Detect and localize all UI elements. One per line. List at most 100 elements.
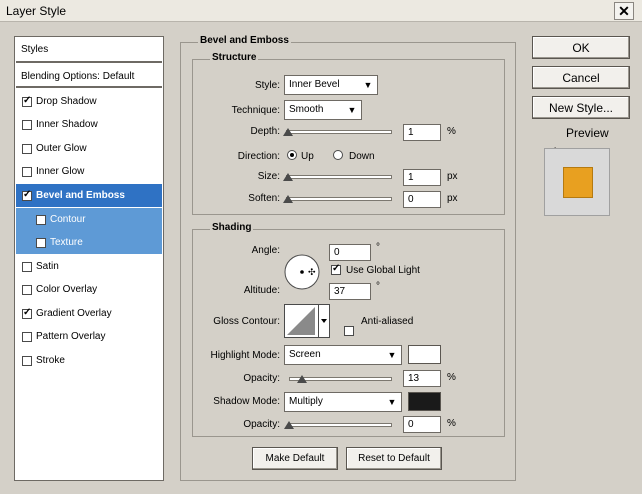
style-item-color-overlay[interactable]: Color Overlay xyxy=(16,278,162,301)
preview-box xyxy=(544,148,610,216)
depth-slider[interactable] xyxy=(286,130,392,134)
size-slider[interactable] xyxy=(286,175,392,179)
make-default-button[interactable]: Make Default xyxy=(252,447,338,470)
altitude-label: Altitude: xyxy=(243,285,280,296)
style-item-inner-shadow[interactable]: Inner Shadow xyxy=(16,113,162,136)
blending-options[interactable]: Blending Options: Default xyxy=(16,65,162,88)
depth-slider-thumb[interactable] xyxy=(283,128,293,136)
styles-list: Styles Blending Options: Default Drop Sh… xyxy=(14,36,164,481)
chevron-down-icon: ▼ xyxy=(387,397,397,407)
shadow-opacity-thumb[interactable] xyxy=(284,421,294,429)
style-item-inner-glow[interactable]: Inner Glow xyxy=(16,160,162,183)
satin-checkbox[interactable] xyxy=(22,261,32,272)
altitude-input[interactable]: 37 xyxy=(329,283,371,300)
size-slider-thumb[interactable] xyxy=(283,173,293,181)
style-item-bevel-emboss[interactable]: Bevel and Emboss xyxy=(16,184,162,207)
shadow-opacity-label: Opacity: xyxy=(243,419,280,430)
angle-label: Angle: xyxy=(251,245,280,256)
ok-button[interactable]: OK xyxy=(532,36,630,59)
gloss-contour-label: Gloss Contour: xyxy=(213,316,280,327)
highlight-mode-label: Highlight Mode: xyxy=(210,350,280,361)
style-item-contour[interactable]: Contour xyxy=(16,208,162,231)
direction-up-label: Up xyxy=(301,151,314,162)
style-item-stroke[interactable]: Stroke xyxy=(16,349,162,372)
angle-input[interactable]: 0 xyxy=(329,244,371,261)
chevron-down-icon: ▼ xyxy=(347,105,357,115)
inner-glow-checkbox[interactable] xyxy=(22,166,32,177)
shadow-mode-label: Shadow Mode: xyxy=(213,396,280,407)
close-button[interactable]: ✕ xyxy=(614,2,634,20)
highlight-opacity-unit: % xyxy=(447,372,456,383)
cancel-button[interactable]: Cancel xyxy=(532,66,630,89)
highlight-opacity-label: Opacity: xyxy=(243,373,280,384)
style-select[interactable]: Inner Bevel ▼ xyxy=(284,75,378,95)
stroke-checkbox[interactable] xyxy=(22,355,32,366)
highlight-mode-select[interactable]: Screen ▼ xyxy=(284,345,402,365)
technique-label: Technique: xyxy=(231,105,280,116)
global-light-label: Use Global Light xyxy=(346,265,420,276)
shadow-mode-select[interactable]: Multiply ▼ xyxy=(284,392,402,412)
style-item-drop-shadow[interactable]: Drop Shadow xyxy=(16,90,162,113)
color-overlay-checkbox[interactable] xyxy=(22,284,32,295)
styles-header[interactable]: Styles xyxy=(16,38,162,63)
technique-value: Smooth xyxy=(289,104,324,115)
soften-slider-thumb[interactable] xyxy=(283,195,293,203)
svg-text:✣: ✣ xyxy=(308,268,316,278)
highlight-color-swatch[interactable] xyxy=(408,345,441,364)
style-item-satin[interactable]: Satin xyxy=(16,255,162,278)
anti-aliased-label: Anti-aliased xyxy=(361,316,414,327)
shadow-color-swatch[interactable] xyxy=(408,392,441,411)
direction-label: Direction: xyxy=(237,151,280,162)
depth-label: Depth: xyxy=(250,126,280,137)
style-label: Style: xyxy=(254,80,280,91)
size-label: Size: xyxy=(257,171,280,182)
style-item-gradient-overlay[interactable]: Gradient Overlay xyxy=(16,302,162,325)
bevel-emboss-checkbox[interactable] xyxy=(22,189,32,201)
direction-down-radio[interactable] xyxy=(333,150,343,160)
shadow-opacity-slider[interactable] xyxy=(289,423,392,427)
contour-checkbox[interactable] xyxy=(36,214,46,225)
style-item-texture[interactable]: Texture xyxy=(16,231,162,254)
highlight-opacity-thumb[interactable] xyxy=(297,375,308,383)
soften-label: Soften: xyxy=(248,193,280,204)
title-bar xyxy=(0,0,642,22)
chevron-down-icon: ▼ xyxy=(363,80,373,90)
shading-title: Shading xyxy=(210,222,254,233)
angle-degree: ° xyxy=(376,242,380,253)
window-title: Layer Style xyxy=(6,4,67,18)
style-item-pattern-overlay[interactable]: Pattern Overlay xyxy=(16,325,162,348)
shadow-mode-value: Multiply xyxy=(289,396,323,407)
highlight-mode-value: Screen xyxy=(289,349,321,360)
preview-swatch xyxy=(563,167,593,198)
altitude-degree: ° xyxy=(376,281,380,292)
bevel-emboss-title: Bevel and Emboss xyxy=(198,35,291,46)
depth-unit: % xyxy=(447,126,456,137)
texture-checkbox[interactable] xyxy=(36,237,46,248)
structure-title: Structure xyxy=(210,52,259,63)
highlight-opacity-input[interactable]: 13 xyxy=(403,370,441,387)
direction-up-radio[interactable] xyxy=(287,150,297,160)
style-item-outer-glow[interactable]: Outer Glow xyxy=(16,137,162,160)
technique-select[interactable]: Smooth ▼ xyxy=(284,100,362,120)
pattern-overlay-checkbox[interactable] xyxy=(22,331,32,342)
new-style-button[interactable]: New Style... xyxy=(532,96,630,119)
outer-glow-checkbox[interactable] xyxy=(22,143,32,154)
inner-shadow-checkbox[interactable] xyxy=(22,119,32,130)
soften-input[interactable]: 0 xyxy=(403,191,441,208)
anti-aliased-checkbox[interactable] xyxy=(344,326,354,336)
shadow-opacity-input[interactable]: 0 xyxy=(403,416,441,433)
gradient-overlay-checkbox[interactable] xyxy=(22,307,32,319)
reset-default-button[interactable]: Reset to Default xyxy=(346,447,442,470)
drop-shadow-checkbox[interactable] xyxy=(22,95,32,107)
soften-slider[interactable] xyxy=(286,197,392,201)
global-light-checkbox[interactable] xyxy=(331,263,341,275)
direction-down-label: Down xyxy=(349,151,375,162)
shadow-opacity-unit: % xyxy=(447,418,456,429)
preview-label: Preview xyxy=(566,126,609,140)
angle-dial[interactable]: ✣ xyxy=(284,254,324,294)
depth-input[interactable]: 1 xyxy=(403,124,441,141)
soften-unit: px xyxy=(447,193,458,204)
size-input[interactable]: 1 xyxy=(403,169,441,186)
gloss-contour-picker[interactable] xyxy=(284,304,330,338)
size-unit: px xyxy=(447,171,458,182)
